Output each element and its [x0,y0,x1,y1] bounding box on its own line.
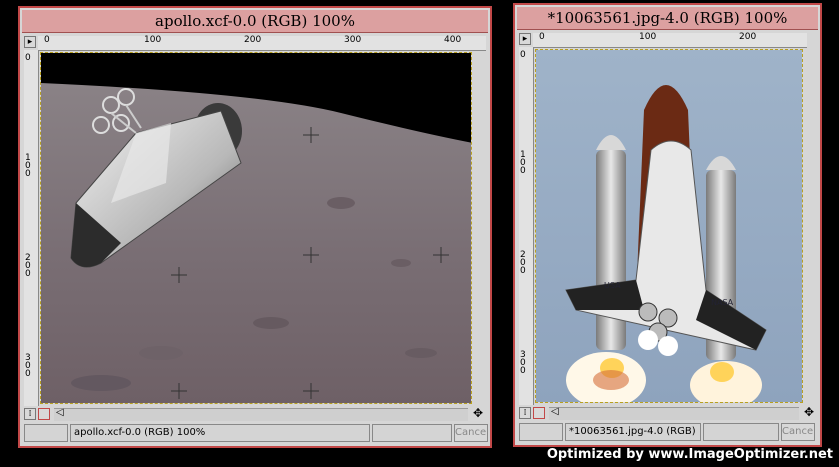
vertical-ruler[interactable]: 0 100 200 300 [24,50,39,406]
cancel-button[interactable]: Cancel [781,423,816,441]
quickmask-toggle-icon[interactable] [533,407,545,419]
ruler-tick: 200 [520,250,526,276]
ruler-tick: 200 [25,253,31,279]
status-progress [703,423,779,441]
status-coords [519,423,563,441]
ruler-tick: 0 [539,32,545,42]
quickmask-corner-icon[interactable]: ▸ [24,36,36,48]
nasa-marking: NASA [711,298,734,307]
scroll-left-icon[interactable]: ◁ [551,406,559,417]
ruler-tick: 200 [244,35,262,45]
ruler-tick: 100 [144,35,162,45]
image-window-apollo[interactable]: apollo.xcf-0.0 (RGB) 100% ▸ 0 100 200 30… [18,6,492,448]
ruler-tick: 300 [520,350,526,376]
horizontal-scrollbar[interactable]: ◁ [54,407,468,421]
image-canvas-apollo[interactable] [40,52,472,404]
ruler-tick: 100 [639,32,657,42]
ruler-tick: 100 [520,150,526,176]
window-title[interactable]: *10063561.jpg-4.0 (RGB) 100% [517,7,818,30]
ruler-tick: 0 [25,53,31,63]
statusbar: apollo.xcf-0.0 (RGB) 100% Cancel [24,424,489,444]
status-progress [372,424,452,442]
quickmask-corner-icon[interactable]: ▸ [519,33,531,45]
image-canvas-shuttle[interactable]: USA NASA [535,49,803,403]
ruler-tick: 100 [25,153,31,179]
window-title[interactable]: apollo.xcf-0.0 (RGB) 100% [22,10,488,33]
navigate-cross-icon[interactable]: ✥ [472,407,484,420]
horizontal-ruler[interactable]: 0 100 200 300 400 [38,35,486,51]
usa-marking: USA [604,281,621,290]
navigate-icon[interactable]: ⁞ [24,408,36,420]
horizontal-ruler[interactable]: 0 100 200 [533,32,807,48]
horizontal-scrollbar[interactable]: ◁ [549,406,799,420]
ruler-tick: 0 [44,35,50,45]
status-coords [24,424,68,442]
ruler-tick: 400 [444,35,462,45]
status-text: apollo.xcf-0.0 (RGB) 100% [70,424,370,442]
ruler-tick: 0 [520,50,526,60]
cancel-button[interactable]: Cancel [454,424,489,442]
moon-photo [41,53,471,403]
ruler-tick: 300 [25,353,31,379]
statusbar: *10063561.jpg-4.0 (RGB) Cancel [519,423,817,443]
vertical-ruler[interactable]: 0 100 200 300 [519,47,534,405]
navigate-icon[interactable]: ⁞ [519,407,531,419]
image-window-shuttle[interactable]: *10063561.jpg-4.0 (RGB) 100% ▸ 0 100 200… [513,3,822,447]
quickmask-toggle-icon[interactable] [38,408,50,420]
navigate-cross-icon[interactable]: ✥ [803,406,815,419]
scroll-left-icon[interactable]: ◁ [56,407,64,418]
status-text: *10063561.jpg-4.0 (RGB) [565,423,701,441]
ruler-tick: 200 [739,32,757,42]
footer-credit: Optimized by www.ImageOptimizer.net [546,447,833,462]
ruler-tick: 300 [344,35,362,45]
shuttle-photo: USA NASA [536,50,802,402]
